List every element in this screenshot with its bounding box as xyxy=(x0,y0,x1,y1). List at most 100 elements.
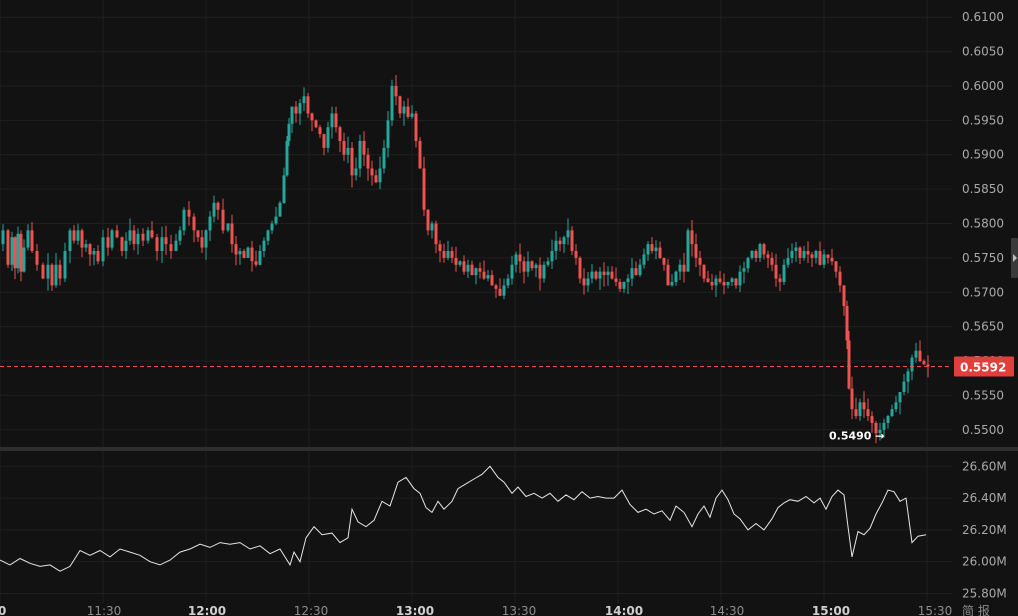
candle-body xyxy=(510,264,514,279)
pane-separator[interactable] xyxy=(0,447,1018,451)
candle-body xyxy=(358,140,362,169)
low-price-marker: 0.5490 → xyxy=(829,430,885,443)
candle-body xyxy=(690,230,694,245)
candle-body xyxy=(390,85,394,121)
candle-body xyxy=(666,264,670,286)
candle-body xyxy=(838,271,842,286)
candle-body xyxy=(230,223,234,245)
candle-body xyxy=(754,251,758,258)
candle-body xyxy=(602,271,606,276)
candle-body xyxy=(438,244,442,252)
candle-body xyxy=(794,247,798,252)
candle-body xyxy=(814,251,818,258)
price-axis-label: 0.5900 xyxy=(962,148,1004,162)
candle-body xyxy=(402,106,406,114)
volume-axis-label: 26.40M xyxy=(962,491,1007,505)
stock-chart[interactable]: 0.6100 0.6050 0.6000 0.5950 0.5900 0.5850 0.58… xyxy=(0,0,1018,616)
candle-body xyxy=(686,230,690,272)
time-axis-label: 12:00 xyxy=(188,604,226,616)
candle-body xyxy=(922,361,926,365)
price-axis-label: 0.5750 xyxy=(962,251,1004,265)
candle-body xyxy=(164,237,168,245)
candle-body xyxy=(76,230,80,241)
time-axis-label: 12:30 xyxy=(294,604,329,616)
candle-body xyxy=(378,168,382,183)
candle-body xyxy=(285,140,289,176)
candle-body xyxy=(646,244,650,255)
candle-body xyxy=(522,261,526,272)
candle-body xyxy=(770,257,774,265)
candle-body xyxy=(22,247,26,272)
candle-body xyxy=(270,223,274,231)
candle-body xyxy=(141,233,145,241)
candle-body xyxy=(502,285,506,296)
candle-body xyxy=(84,244,88,248)
candle-body xyxy=(726,281,730,286)
candle-body xyxy=(26,230,30,248)
candle-body xyxy=(314,120,318,128)
candle-body xyxy=(1,230,5,245)
candle-body xyxy=(386,120,390,148)
candle-body xyxy=(738,271,742,286)
candle-body xyxy=(822,254,826,265)
candle-body xyxy=(450,251,454,258)
candle-body xyxy=(542,264,546,279)
candle-body xyxy=(414,113,418,141)
candle-body xyxy=(786,257,790,265)
candle-body xyxy=(678,264,682,272)
candle-body xyxy=(658,247,662,258)
candle-body xyxy=(614,278,618,282)
candle-body xyxy=(462,261,466,272)
candle-body xyxy=(638,264,642,276)
candle-body xyxy=(845,306,849,341)
candle-body xyxy=(818,251,822,265)
candle-body xyxy=(160,237,164,252)
candle-body xyxy=(418,140,422,169)
candle-body xyxy=(538,264,542,279)
candle-body xyxy=(46,264,50,279)
candle-body xyxy=(654,247,658,252)
candle-body xyxy=(498,288,502,296)
candle-body xyxy=(550,251,554,262)
candle-body xyxy=(196,230,200,238)
candle-body xyxy=(722,281,726,286)
candle-body xyxy=(482,271,486,279)
candle-body xyxy=(326,127,330,148)
candle-body xyxy=(246,247,250,258)
candle-body xyxy=(204,230,208,248)
candle-body xyxy=(174,240,178,252)
candle-body xyxy=(466,264,470,272)
candle-body xyxy=(906,371,910,382)
candle-body xyxy=(110,230,114,248)
candle-body xyxy=(598,271,602,279)
volume-axis-label: 26.60M xyxy=(962,459,1007,473)
candle-body xyxy=(750,251,754,258)
candle-body xyxy=(258,251,262,265)
candle-body xyxy=(574,251,578,258)
candle-body xyxy=(208,216,212,231)
candle-body xyxy=(374,175,378,183)
candle-body xyxy=(586,278,590,286)
candle-body xyxy=(626,278,630,282)
candle-body xyxy=(774,264,778,279)
candle-body xyxy=(290,106,294,124)
candle-body xyxy=(506,278,510,286)
candle-body xyxy=(132,230,136,245)
candle-body xyxy=(302,96,306,104)
candle-body xyxy=(274,216,278,224)
candle-body xyxy=(490,275,494,286)
candle-body xyxy=(282,175,286,203)
candle-body xyxy=(342,140,346,155)
candle-body xyxy=(178,230,182,241)
candle-body xyxy=(128,230,132,241)
time-axis-label: 14:30 xyxy=(710,604,745,616)
time-axis-label: 11:30 xyxy=(87,604,122,616)
candle-body xyxy=(670,281,674,286)
candle-body xyxy=(558,240,562,245)
candle-body xyxy=(518,254,522,262)
candle-body xyxy=(790,251,794,258)
candle-body xyxy=(322,134,326,148)
candle-body xyxy=(866,409,870,417)
candle-body xyxy=(902,381,906,392)
candle-body xyxy=(718,278,722,282)
